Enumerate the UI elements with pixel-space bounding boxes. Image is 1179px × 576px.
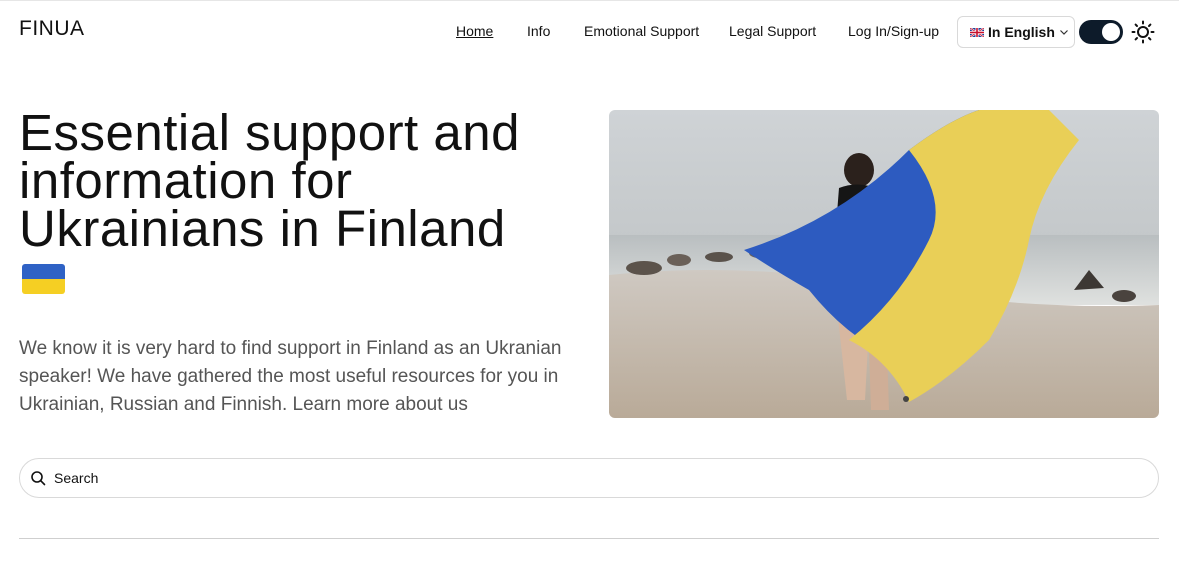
language-select[interactable]: In English bbox=[957, 16, 1075, 48]
sun-icon[interactable] bbox=[1131, 20, 1155, 44]
finua-logo[interactable]: FINUA bbox=[19, 17, 85, 41]
nav-legal-support-link[interactable]: Legal Support bbox=[729, 23, 816, 39]
nav-login-link[interactable]: Log In/Sign-up bbox=[848, 23, 939, 39]
search-icon bbox=[31, 471, 46, 486]
nav-info-link[interactable]: Info bbox=[527, 23, 550, 39]
chevron-down-icon bbox=[1059, 30, 1068, 35]
language-label: In English bbox=[988, 24, 1055, 40]
toggle-knob bbox=[1102, 23, 1120, 41]
hero-image bbox=[609, 110, 1159, 418]
nav-home-link[interactable]: Home bbox=[456, 23, 493, 39]
nav-emotional-support-link[interactable]: Emotional Support bbox=[584, 23, 699, 39]
ukraine-flag-icon bbox=[22, 264, 65, 294]
theme-toggle[interactable] bbox=[1079, 20, 1123, 44]
hero-description: We know it is very hard to find support … bbox=[19, 338, 562, 415]
search-input[interactable] bbox=[54, 470, 1054, 486]
search-bar[interactable] bbox=[19, 458, 1159, 498]
hero-title: Essential support and information for Uk… bbox=[19, 104, 520, 257]
section-divider bbox=[19, 538, 1159, 539]
uk-flag-icon bbox=[970, 27, 984, 37]
site-header: FINUA Home Info Emotional Support Legal … bbox=[0, 1, 1179, 61]
